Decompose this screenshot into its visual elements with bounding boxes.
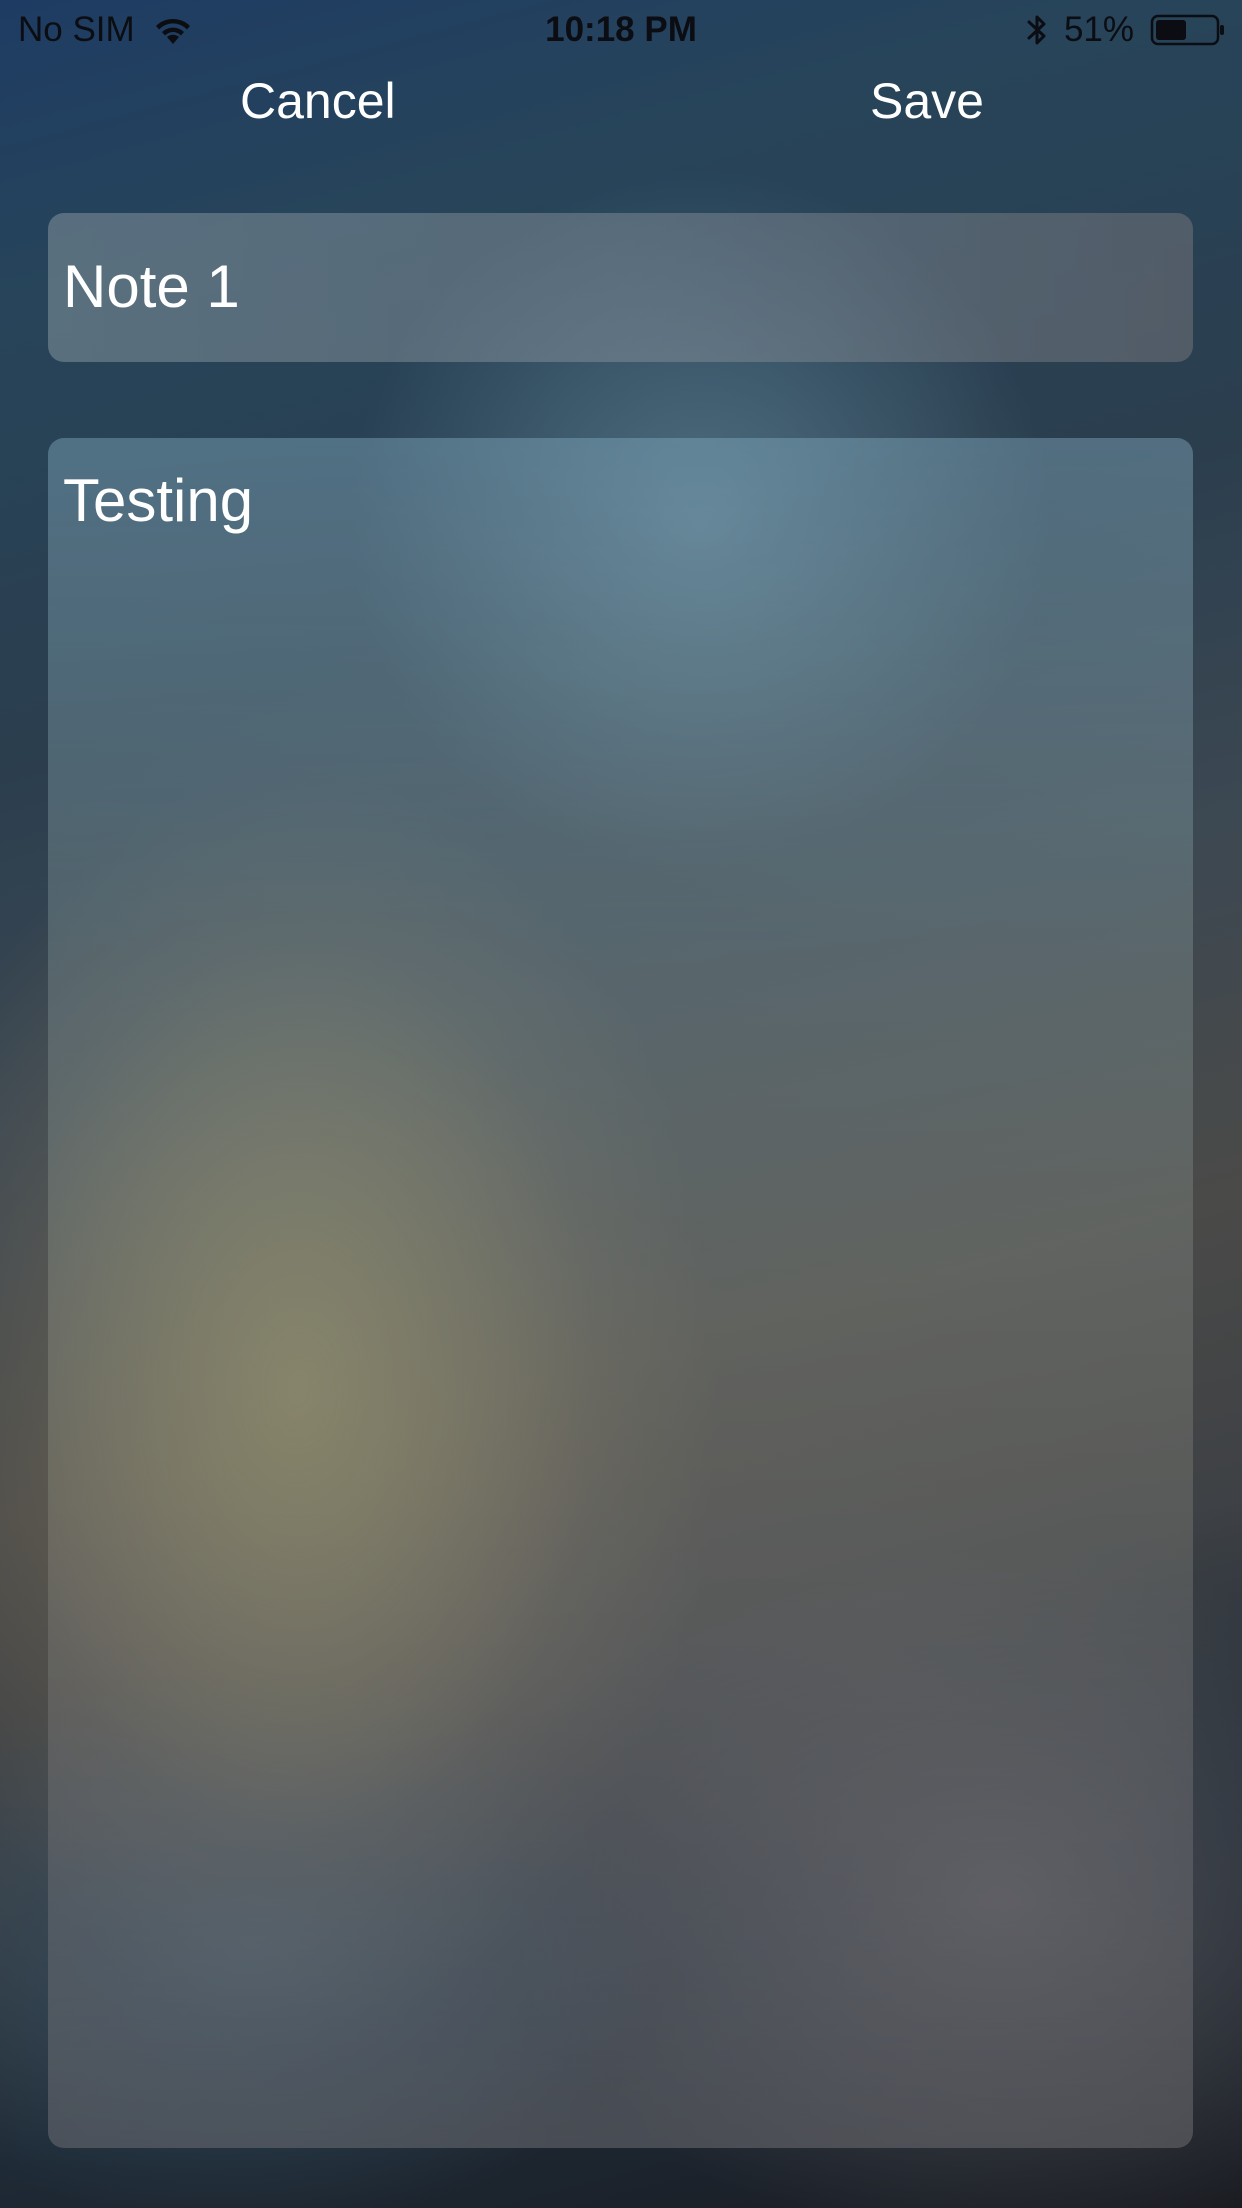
note-body-field[interactable]: Testing (48, 438, 1193, 2148)
battery-percent: 51% (1063, 10, 1134, 49)
note-title-text: Note 1 (63, 253, 240, 320)
cancel-button[interactable]: Cancel (240, 72, 396, 130)
save-button[interactable]: Save (870, 72, 984, 130)
battery-icon (1150, 13, 1226, 47)
note-title-field[interactable]: Note 1 (48, 213, 1193, 362)
note-body-text: Testing (63, 467, 254, 534)
status-right: 51% (1026, 10, 1226, 50)
status-bar: No SIM 10:18 PM 51% (0, 0, 1242, 62)
bluetooth-icon (1026, 12, 1048, 48)
